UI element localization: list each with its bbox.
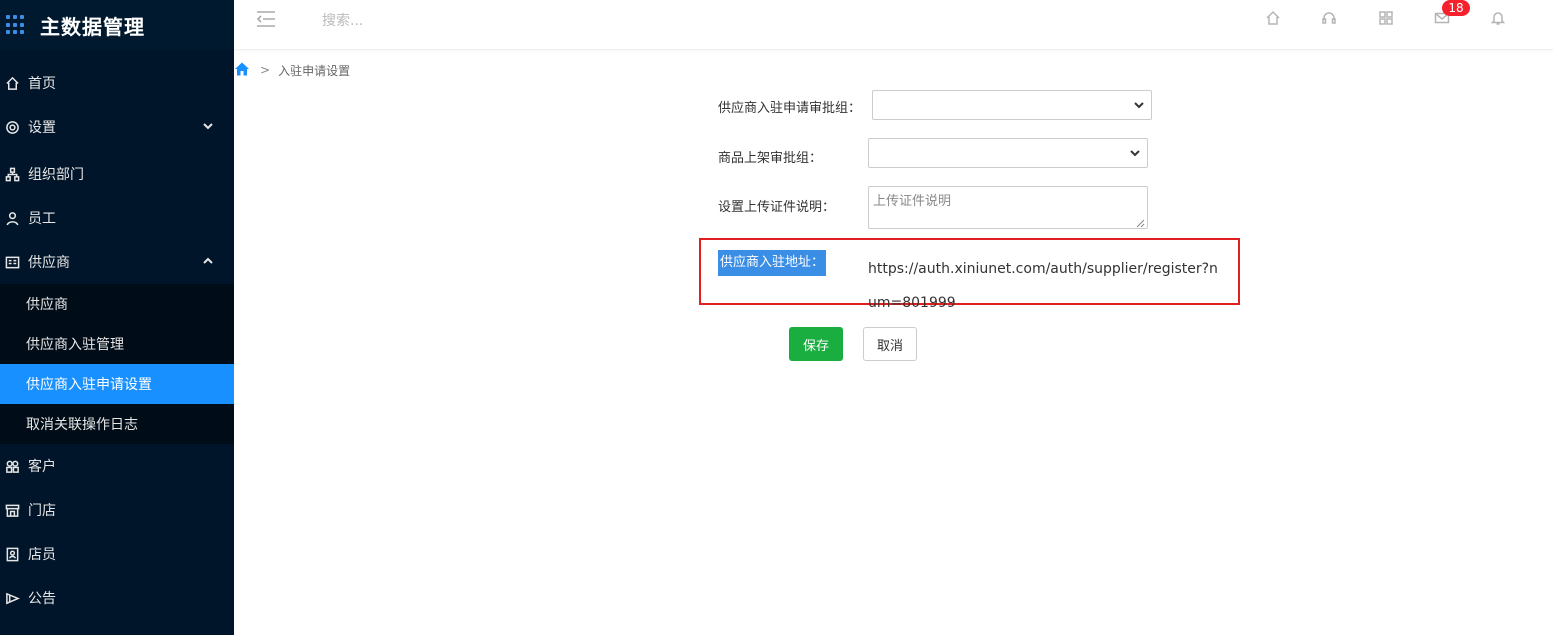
supplier-submenu: 供应商 供应商入驻管理 供应商入驻申请设置 取消关联操作日志: [0, 284, 234, 444]
sidebar-item-label: 客户: [28, 459, 56, 475]
sidebar-item-label: 门店: [28, 503, 56, 519]
sidebar-nav: 首页 设置 组织部门 员工 供应商: [0, 61, 234, 284]
submenu-item-supplier[interactable]: 供应商: [0, 284, 234, 324]
sidebar-item-settings[interactable]: 设置: [0, 105, 234, 149]
chevron-down-icon: [1129, 147, 1141, 159]
sidebar-item-staff[interactable]: 员工: [0, 196, 234, 240]
store-icon: [4, 502, 20, 518]
breadcrumb-current: 入驻申请设置: [278, 63, 351, 78]
apps-grid-icon[interactable]: [1378, 10, 1396, 28]
breadcrumb-separator: >: [260, 63, 271, 77]
search-input[interactable]: [322, 10, 582, 32]
submenu-item-unlink-log[interactable]: 取消关联操作日志: [0, 404, 234, 444]
sidebar-item-notice[interactable]: 公告: [0, 576, 234, 620]
approval-group-select[interactable]: [872, 90, 1152, 120]
sidebar-item-label: 设置: [28, 120, 56, 136]
gear-icon: [4, 119, 20, 135]
top-header: 18: [234, 0, 1553, 50]
approval-group-label: 供应商入驻申请审批组：: [718, 101, 862, 116]
user-icon: [4, 210, 20, 226]
chevron-down-icon: [1133, 99, 1145, 111]
sidebar-item-label: 首页: [28, 76, 56, 92]
announcement-icon: [4, 590, 20, 606]
sidebar-item-clerk[interactable]: 店员: [0, 532, 234, 576]
sidebar-item-label: 供应商: [28, 255, 70, 271]
home-icon[interactable]: [234, 61, 250, 80]
sidebar: 主数据管理 首页 设置 组织部门 员工 供应商 供应商 供应商入驻管理 供应商入…: [0, 0, 234, 635]
bell-icon[interactable]: [1490, 10, 1508, 28]
org-chart-icon: [4, 166, 20, 182]
brand: 主数据管理: [0, 0, 234, 50]
sidebar-item-home[interactable]: 首页: [0, 61, 234, 105]
save-button[interactable]: 保存: [789, 327, 843, 361]
upload-desc-textarea[interactable]: [868, 186, 1148, 229]
supplier-url-label: 供应商入驻地址：: [718, 250, 827, 276]
sidebar-item-label: 公告: [28, 591, 56, 607]
sidebar-item-label: 组织部门: [28, 167, 84, 183]
menu-toggle-icon[interactable]: [256, 10, 276, 28]
cancel-button[interactable]: 取消: [863, 327, 917, 361]
upload-desc-label: 设置上传证件说明：: [718, 200, 836, 215]
customer-icon: [4, 458, 20, 474]
sidebar-item-label: 员工: [28, 211, 56, 227]
submenu-item-onboarding-settings[interactable]: 供应商入驻申请设置: [0, 364, 234, 404]
sidebar-item-customer[interactable]: 客户: [0, 444, 234, 488]
id-card-icon: [4, 254, 20, 270]
listing-group-select[interactable]: [868, 138, 1148, 168]
mail-badge: 18: [1442, 0, 1470, 16]
resize-grip-icon[interactable]: [1135, 216, 1145, 228]
sidebar-item-store[interactable]: 门店: [0, 488, 234, 532]
breadcrumb: > 入驻申请设置: [234, 60, 350, 80]
submenu-item-supplier-onboarding[interactable]: 供应商入驻管理: [0, 324, 234, 364]
home-icon[interactable]: [1265, 10, 1283, 28]
app-title: 主数据管理: [40, 14, 145, 39]
chevron-up-icon: [202, 255, 214, 267]
sidebar-item-label: 店员: [28, 547, 56, 563]
sidebar-item-supplier[interactable]: 供应商: [0, 240, 234, 284]
listing-group-label: 商品上架审批组：: [718, 151, 823, 166]
home-icon: [4, 75, 20, 91]
app-grid-icon: [6, 15, 26, 35]
chevron-down-icon: [202, 120, 214, 132]
sidebar-nav-lower: 客户 门店 店员 公告: [0, 444, 234, 620]
badge-icon: [4, 546, 20, 562]
sidebar-item-org[interactable]: 组织部门: [0, 152, 234, 196]
supplier-url-value: https://auth.xiniunet.com/auth/supplier/…: [868, 261, 1218, 311]
headset-icon[interactable]: [1321, 10, 1339, 28]
